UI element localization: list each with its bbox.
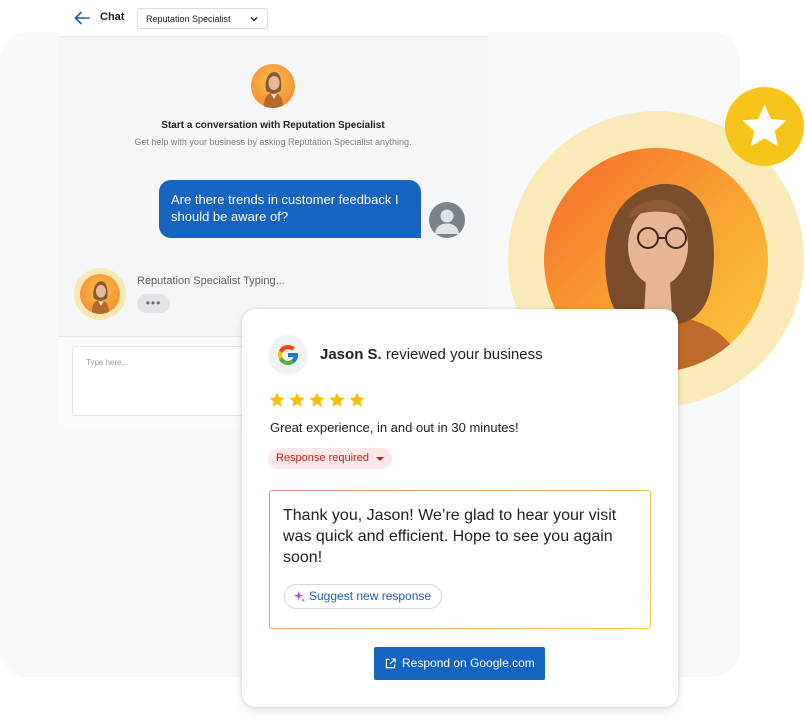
star-icon	[742, 104, 787, 147]
typing-status: Reputation Specialist Typing...	[137, 275, 285, 287]
user-avatar-icon	[429, 202, 465, 238]
sparkle-icon	[293, 590, 306, 603]
status-chip[interactable]: Response required	[268, 448, 392, 469]
caret-down-icon	[376, 457, 384, 461]
suggest-response-button[interactable]: Suggest new response	[284, 584, 442, 609]
star-icon	[349, 392, 365, 407]
star-rating	[268, 391, 366, 409]
suggest-label: Suggest new response	[309, 589, 432, 603]
agent-avatar-large	[251, 64, 295, 108]
chat-input[interactable]: Type here...	[72, 346, 262, 416]
chevron-down-icon	[250, 17, 258, 22]
agent-avatar	[80, 274, 120, 314]
star-icon	[269, 392, 285, 407]
star-icon	[329, 392, 345, 407]
agent-select[interactable]: Reputation Specialist	[137, 8, 268, 29]
response-text[interactable]: Thank you, Jason! We’re glad to hear you…	[283, 505, 643, 568]
typing-indicator: •••	[137, 294, 170, 313]
respond-google-button[interactable]: Respond on Google.com	[374, 647, 545, 680]
respond-label: Respond on Google.com	[402, 656, 535, 670]
intro-title: Start a conversation with Reputation Spe…	[161, 120, 385, 131]
status-label: Response required	[276, 452, 369, 464]
review-text: Great experience, in and out in 30 minut…	[270, 420, 519, 435]
chat-header: Chat Reputation Specialist	[58, 0, 488, 37]
agent-select-label: Reputation Specialist	[146, 14, 231, 24]
intro-subtitle: Get help with your business by asking Re…	[134, 137, 412, 147]
external-link-icon	[385, 658, 396, 669]
star-badge	[725, 87, 804, 166]
reviewer-action: reviewed your business	[385, 346, 543, 363]
user-message-bubble: Are there trends in customer feedback I …	[159, 180, 421, 238]
star-icon	[289, 392, 305, 407]
reviewer-name: Jason S.	[320, 346, 382, 363]
google-icon	[268, 335, 308, 375]
back-arrow-icon[interactable]	[74, 11, 90, 25]
star-icon	[309, 392, 325, 407]
chat-title: Chat	[100, 11, 125, 23]
reviewer-line: Jason S. reviewed your business	[320, 346, 543, 363]
